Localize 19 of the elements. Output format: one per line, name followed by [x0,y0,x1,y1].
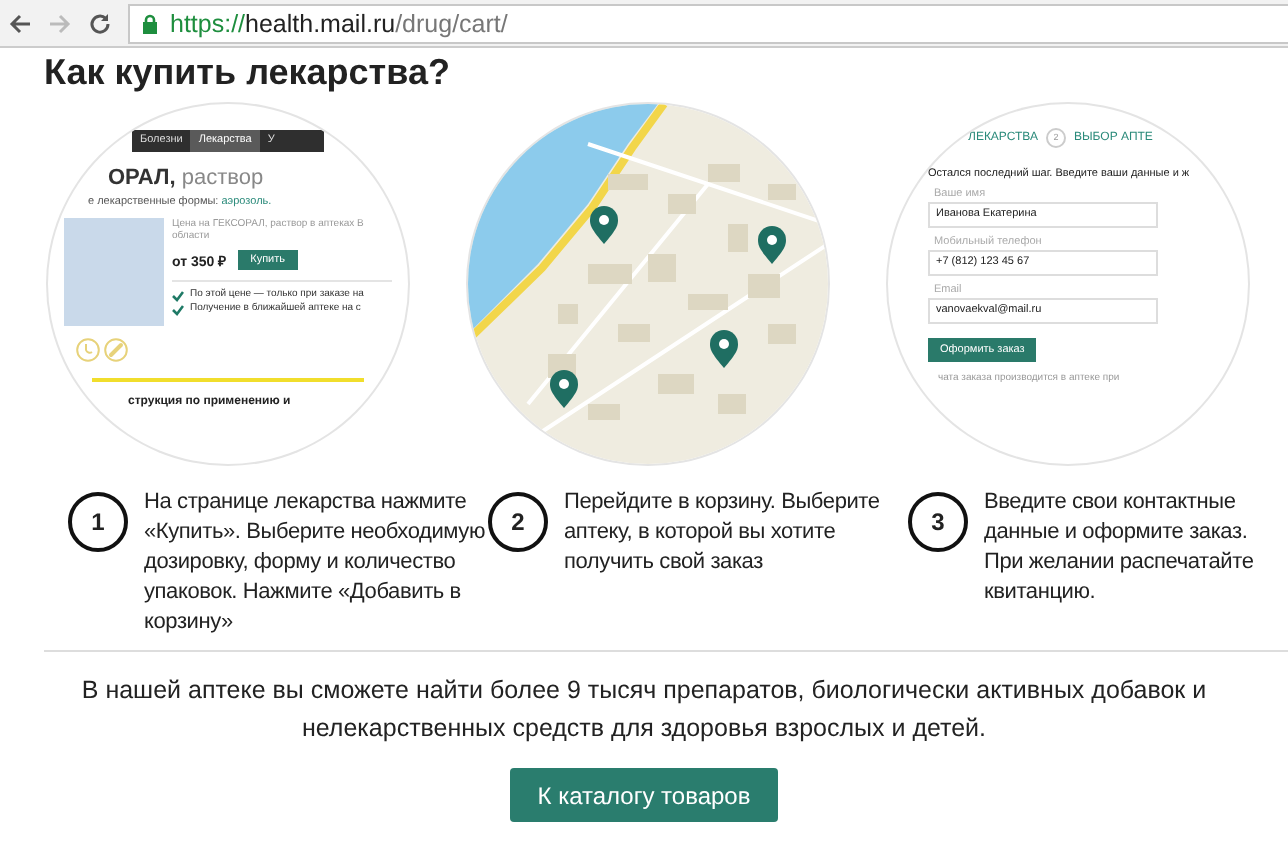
page-heading: Как купить лекарства? [44,50,452,94]
step-text: На странице лекарства нажмите «Купить». Выберите необходимую дозировку, форму и количество упаковок. Нажмите «Добавить в корзину» [144,488,488,638]
lock-icon [142,13,158,33]
step-number: 3 [908,492,968,552]
summary-text: В нашей аптеке вы сможете найти более 9 тысяч препаратов, биологически активных добавок и нелекарственных средств для здоровья взрослых и детей. [79,674,1209,746]
back-icon[interactable] [8,11,32,35]
map-pin-icon [550,370,578,408]
step-number: 1 [68,492,128,552]
map-pin-icon [590,206,618,244]
step-number: 2 [488,492,548,552]
map-pin-icon [758,226,786,264]
map-pin-icon [710,330,738,368]
catalog-button[interactable]: К каталогу товаров [509,768,779,822]
forward-icon [48,11,72,35]
step-text: Введите свои контактные данные и оформите заказ. При желании распечатайте квитанцию. [984,488,1256,608]
product-photo-placeholder [64,218,164,326]
reload-icon[interactable] [88,11,112,35]
step-text: Перейдите в корзину. Выберите аптеку, в которой вы хотите получить свой заказ [564,488,882,578]
product-title: ОРАЛ, раствор [108,166,266,190]
